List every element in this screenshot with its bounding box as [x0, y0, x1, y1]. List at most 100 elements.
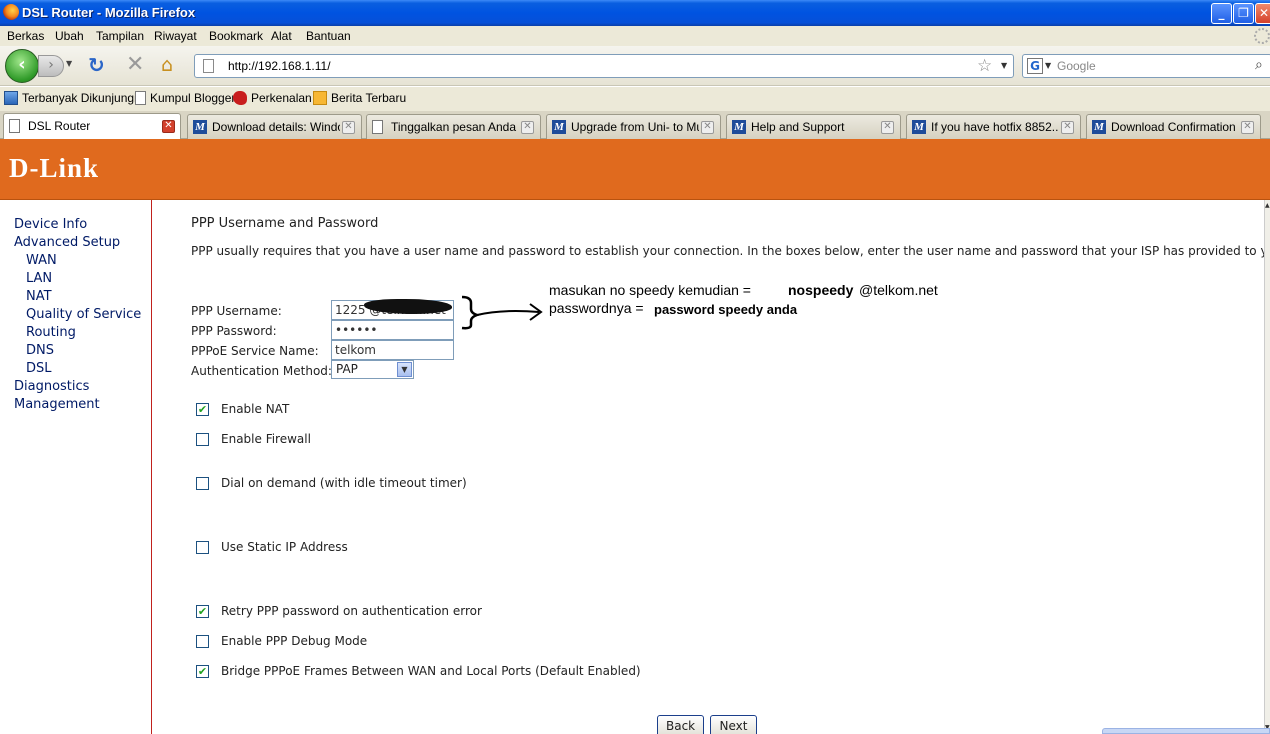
scroll-up-icon[interactable]: ▲	[1265, 202, 1270, 209]
enable-nat-checkbox[interactable]: ✔	[196, 403, 209, 416]
url-bar[interactable]: http://192.168.1.11/ ☆ ▼	[194, 54, 1014, 78]
sidebar-item-lan[interactable]: LAN	[26, 271, 52, 286]
page-icon	[9, 119, 20, 133]
password-input[interactable]: ••••••	[331, 320, 454, 340]
retry-ppp-label: Retry PPP password on authentication err…	[221, 604, 482, 618]
bookmarks-toolbar: Terbanyak Dikunjungi Kumpul Blogger Perk…	[0, 87, 1270, 111]
menu-alat[interactable]: Alat	[271, 29, 292, 43]
search-icon[interactable]: ⌕	[1255, 57, 1263, 73]
tab-tinggalkan-pesan[interactable]: Tinggalkan pesan Anda ... ✕	[366, 114, 541, 139]
tab-close-icon[interactable]: ✕	[701, 121, 714, 134]
sidebar-item-device-info[interactable]: Device Info	[14, 217, 87, 232]
ppp-debug-label: Enable PPP Debug Mode	[221, 634, 368, 648]
sidebar-item-diagnostics[interactable]: Diagnostics	[14, 379, 89, 394]
sidebar-item-nat[interactable]: NAT	[26, 289, 52, 304]
page-icon	[372, 120, 383, 134]
menu-bar: Berkas Ubah Tampilan Riwayat Bookmark Al…	[0, 26, 1270, 46]
page-content: D-Link Device Info Advanced Setup WAN LA…	[0, 139, 1270, 734]
sidebar-item-dns[interactable]: DNS	[26, 343, 54, 358]
auth-method-select[interactable]: PAP ▼	[331, 360, 414, 379]
tab-upgrade[interactable]: M Upgrade from Uni- to Mu... ✕	[546, 114, 721, 139]
service-name-input[interactable]: telkom	[331, 340, 454, 360]
menu-berkas[interactable]: Berkas	[7, 29, 44, 43]
engine-dropdown-icon[interactable]: ▼	[1045, 61, 1051, 70]
password-label: PPP Password:	[191, 324, 277, 338]
sidebar-item-qos[interactable]: Quality of Service	[26, 307, 141, 322]
menu-tampilan[interactable]: Tampilan	[96, 29, 144, 43]
flame-icon	[233, 91, 247, 105]
dial-on-demand-checkbox[interactable]	[196, 477, 209, 490]
tab-close-icon[interactable]: ✕	[1061, 121, 1074, 134]
tab-help-support[interactable]: M Help and Support ✕	[726, 114, 901, 139]
retry-ppp-checkbox[interactable]: ✔	[196, 605, 209, 618]
sidebar-item-dsl[interactable]: DSL	[26, 361, 52, 376]
bookmark-star-icon[interactable]: ☆	[977, 56, 992, 76]
back-icon[interactable]: ‹	[5, 49, 39, 83]
title-bar: DSL Router - Mozilla Firefox _ ❐ ✕	[0, 0, 1270, 26]
stop-icon[interactable]: ✕	[126, 54, 144, 76]
menu-riwayat[interactable]: Riwayat	[154, 29, 197, 43]
tab-dsl-router[interactable]: DSL Router ✕	[3, 113, 181, 140]
auth-method-value: PAP	[336, 362, 358, 376]
bookmark-most-visited[interactable]: Terbanyak Dikunjungi	[4, 91, 137, 105]
static-ip-label: Use Static IP Address	[221, 540, 348, 554]
sidebar-item-advanced-setup[interactable]: Advanced Setup	[14, 235, 120, 250]
maximize-button[interactable]: ❐	[1233, 3, 1254, 24]
page-title: PPP Username and Password	[191, 216, 379, 231]
tab-hotfix[interactable]: M If you have hotfix 8852... ✕	[906, 114, 1081, 139]
bookmark-kumpul-blogger[interactable]: Kumpul Blogger	[135, 91, 235, 105]
home-icon[interactable]: ⌂	[161, 54, 173, 76]
menu-ubah[interactable]: Ubah	[55, 29, 84, 43]
sidebar-item-wan[interactable]: WAN	[26, 253, 57, 268]
annotation-line1-suffix: @telkom.net	[859, 282, 938, 298]
forward-icon[interactable]: ›	[38, 55, 64, 77]
minimize-button[interactable]: _	[1211, 3, 1232, 24]
vertical-scrollbar[interactable]: ▲ ▼	[1264, 200, 1270, 734]
bridge-pppoe-checkbox[interactable]: ✔	[196, 665, 209, 678]
search-placeholder[interactable]: Google	[1057, 59, 1096, 73]
menu-bookmark[interactable]: Bookmark	[209, 29, 263, 43]
annotation-line2-text: passwordnya =	[549, 300, 644, 316]
menu-bantuan[interactable]: Bantuan	[306, 29, 351, 43]
sidebar-item-routing[interactable]: Routing	[26, 325, 76, 340]
enable-firewall-checkbox[interactable]	[196, 433, 209, 446]
tab-close-icon[interactable]: ✕	[162, 120, 175, 133]
static-ip-checkbox[interactable]	[196, 541, 209, 554]
google-icon[interactable]: G	[1027, 58, 1043, 74]
navigation-toolbar: ‹ › ▼ ↻ ✕ ⌂ http://192.168.1.11/ ☆ ▼ G ▼…	[0, 46, 1270, 86]
ppp-debug-checkbox[interactable]	[196, 635, 209, 648]
bookmark-berita-terbaru[interactable]: Berita Terbaru	[313, 91, 406, 105]
tab-download-details[interactable]: M Download details: Windo... ✕	[187, 114, 362, 139]
search-box[interactable]: G ▼ Google ⌕	[1022, 54, 1270, 78]
window-title: DSL Router - Mozilla Firefox	[22, 5, 196, 20]
url-text[interactable]: http://192.168.1.11/	[228, 59, 331, 73]
page-icon	[203, 59, 214, 73]
page-description: PPP usually requires that you have a use…	[191, 244, 1270, 258]
service-name-label: PPPoE Service Name:	[191, 344, 319, 358]
history-dropdown-icon[interactable]: ▼	[66, 59, 72, 68]
enable-firewall-label: Enable Firewall	[221, 432, 311, 446]
tab-close-icon[interactable]: ✕	[342, 121, 355, 134]
chevron-down-icon[interactable]: ▼	[397, 362, 412, 377]
microsoft-icon: M	[732, 120, 746, 134]
annotation-line2-bold: password speedy anda	[654, 302, 798, 317]
sidebar-nav: Device Info Advanced Setup WAN LAN NAT Q…	[0, 200, 152, 734]
close-button[interactable]: ✕	[1255, 3, 1270, 24]
tab-close-icon[interactable]: ✕	[881, 121, 894, 134]
tab-download-confirmation[interactable]: M Download Confirmation ✕	[1086, 114, 1261, 139]
tab-close-icon[interactable]: ✕	[521, 121, 534, 134]
dlink-banner: D-Link	[0, 139, 1270, 200]
next-button[interactable]: Next	[710, 715, 757, 734]
tab-close-icon[interactable]: ✕	[1241, 121, 1254, 134]
firefox-icon	[3, 4, 19, 20]
browser-window: DSL Router - Mozilla Firefox _ ❐ ✕ Berka…	[0, 0, 1270, 734]
throbber-icon	[1254, 28, 1270, 44]
back-button[interactable]: Back	[657, 715, 704, 734]
url-dropdown-icon[interactable]: ▼	[1001, 61, 1007, 70]
reload-icon[interactable]: ↻	[88, 55, 105, 75]
bookmark-perkenalan[interactable]: Perkenalan	[233, 91, 312, 105]
microsoft-icon: M	[912, 120, 926, 134]
bridge-pppoe-label: Bridge PPPoE Frames Between WAN and Loca…	[221, 664, 641, 678]
sidebar-item-management[interactable]: Management	[14, 397, 100, 412]
rss-icon	[4, 91, 18, 105]
